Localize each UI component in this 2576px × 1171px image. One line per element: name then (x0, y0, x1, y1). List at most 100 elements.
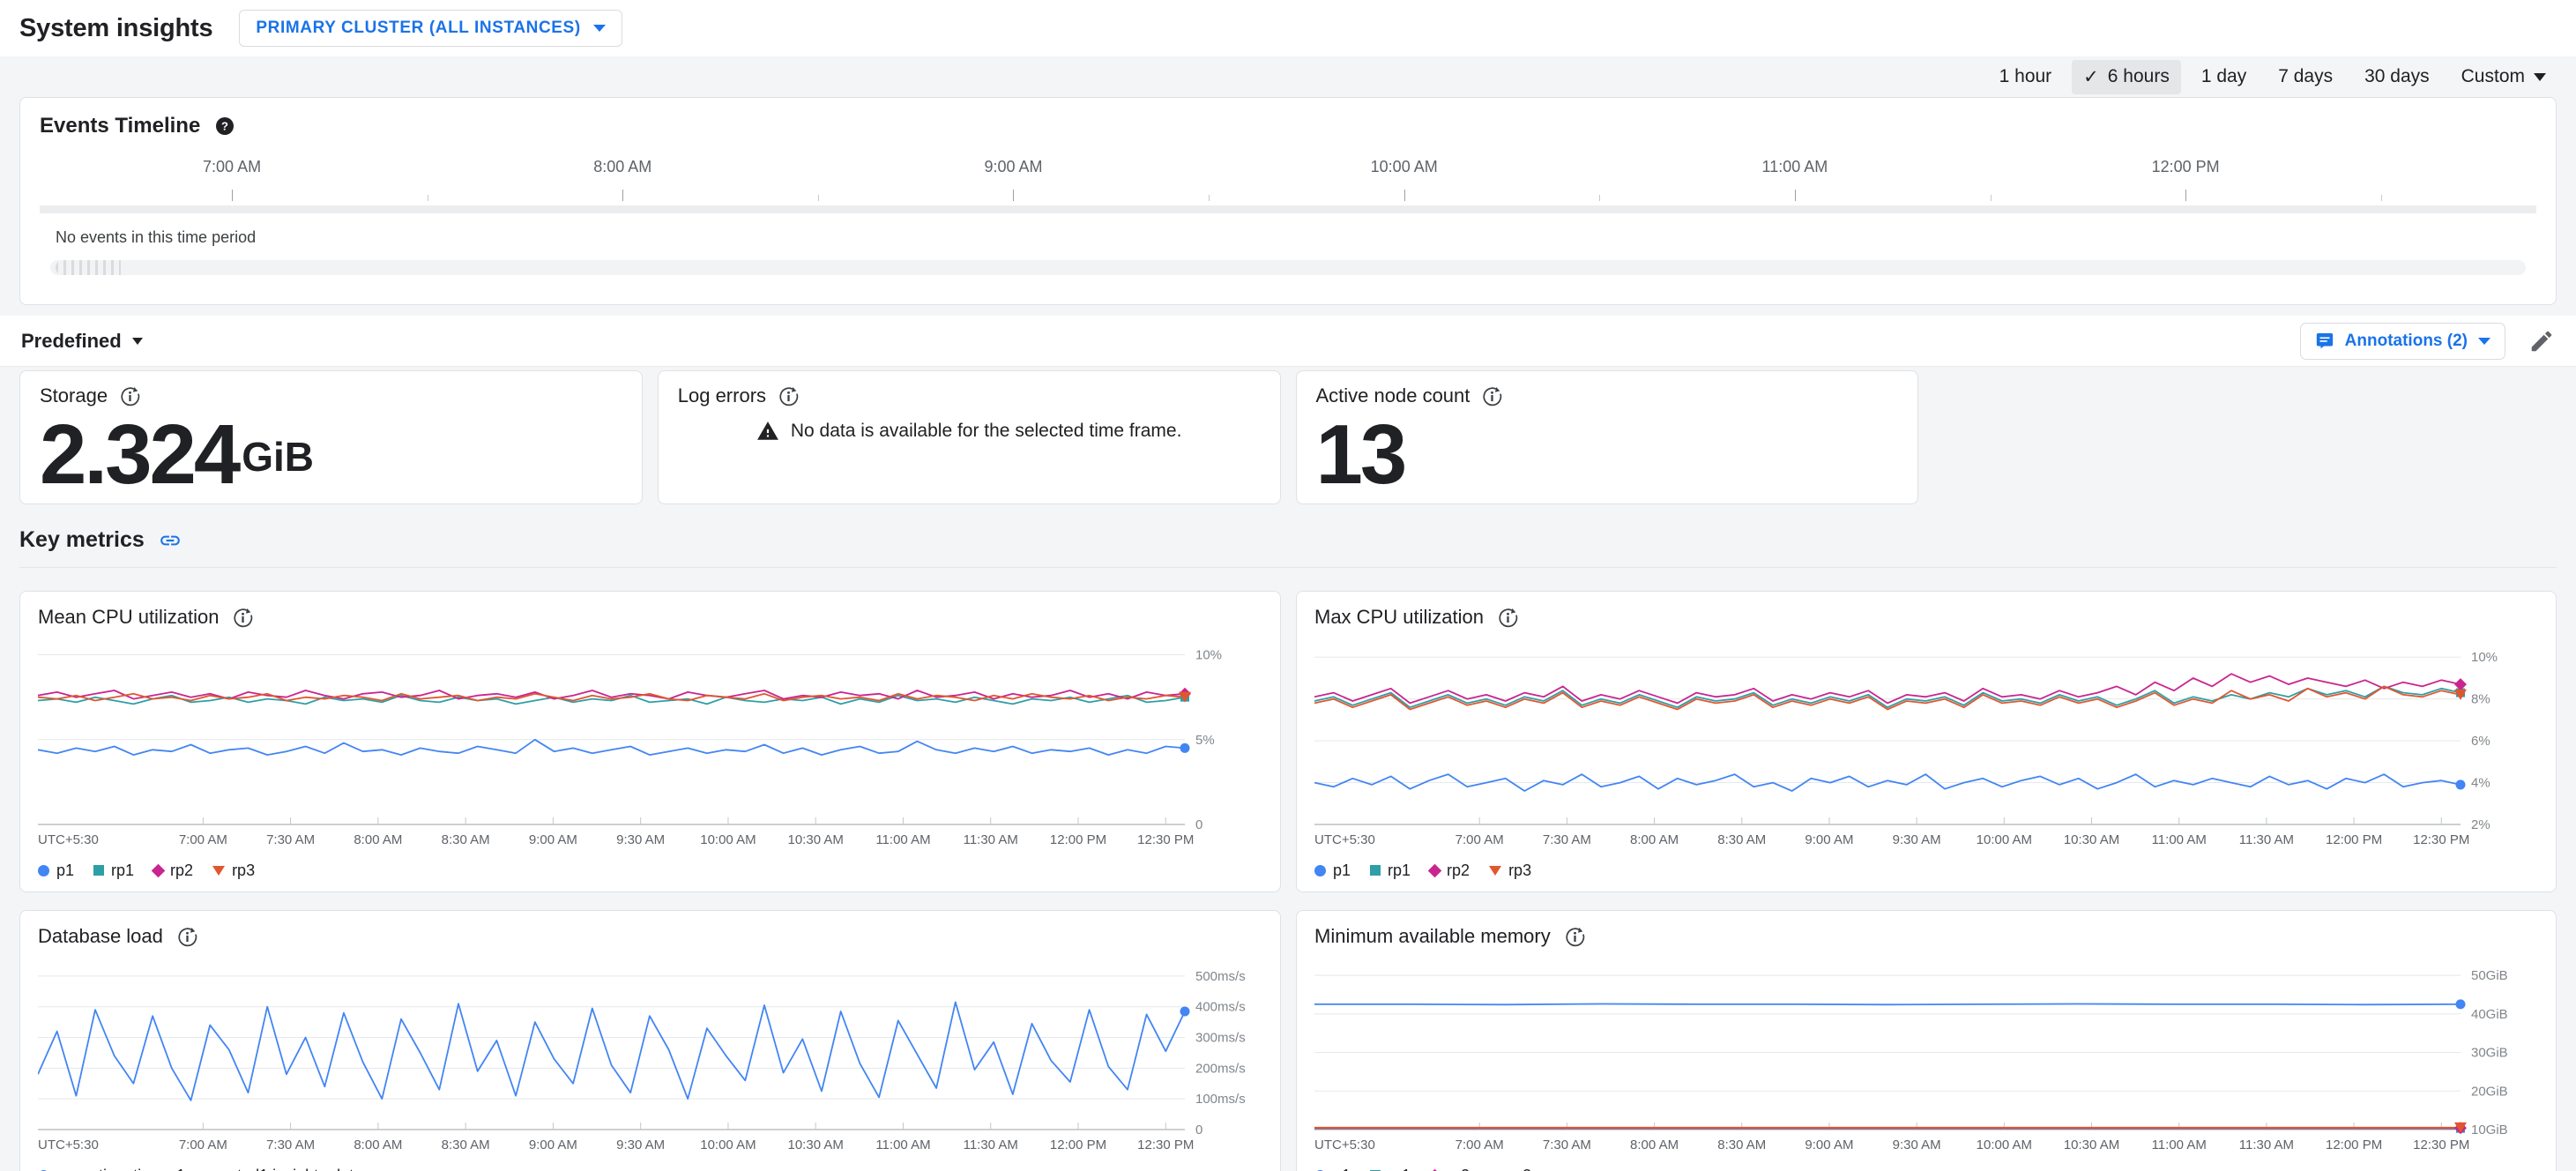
timeline-hour-label: 8:00 AM (593, 158, 652, 175)
svg-text:2%: 2% (2471, 817, 2490, 832)
timeline-major-tick (1013, 190, 1015, 201)
metric-info-icon[interactable] (233, 608, 253, 628)
time-option-custom-label: Custom (2461, 66, 2525, 86)
svg-text:50GiB: 50GiB (2471, 968, 2508, 983)
svg-text:10:00 AM: 10:00 AM (1977, 832, 2032, 847)
chart-legend: p1 rp1 rp2 rp3 (1314, 858, 2538, 883)
database-load-chart-plot[interactable]: 500ms/s 400ms/s 300ms/s 200ms/s 100ms/s 0 7:00… (37, 955, 1262, 1158)
chart-legend: p1 rp1 rp2 rp3 (38, 858, 1262, 883)
divider (19, 567, 2557, 568)
edit-icon[interactable] (2528, 328, 2555, 354)
timeline-major-tick (1794, 190, 1796, 201)
svg-text:0: 0 (1195, 1123, 1202, 1137)
chart-legend: p1 rp1 rp2 rp3 (1314, 1163, 2538, 1171)
stat-card-storage: Storage 2.324GiB (19, 370, 643, 504)
time-option-7-days[interactable]: 7 days (2267, 60, 2344, 93)
svg-text:8:30 AM: 8:30 AM (1717, 1137, 1766, 1152)
svg-text:7:30 AM: 7:30 AM (1543, 1137, 1591, 1152)
time-option-6-hours[interactable]: ✓ 6 hours (2072, 59, 2181, 94)
legend-item: rp2 (1427, 861, 1470, 880)
svg-text:7:00 AM: 7:00 AM (1456, 1137, 1504, 1152)
legend-marker-triangle-down (212, 865, 226, 876)
mean-cpu-chart-plot[interactable]: 10% 5% 0 7:00 AM 7:30 AM 8:00 AM 8:30 AM 9:00 A… (37, 636, 1262, 853)
empty-cell (1933, 370, 2557, 504)
svg-text:8:00 AM: 8:00 AM (354, 832, 402, 847)
legend-item: rp1 (1370, 1167, 1411, 1171)
svg-text:11:00 AM: 11:00 AM (875, 1137, 930, 1152)
svg-text:500ms/s: 500ms/s (1195, 969, 1246, 984)
svg-text:7:30 AM: 7:30 AM (266, 832, 315, 847)
metric-info-icon[interactable] (177, 927, 197, 947)
annotations-button-label: Annotations (2) (2344, 331, 2468, 350)
timeline-hour-label: 11:00 AM (1761, 158, 1828, 175)
legend-item: p1 (38, 861, 74, 880)
chart-title: Minimum available memory (1314, 925, 1551, 947)
cluster-selector-label: PRIMARY CLUSTER (ALL INSTANCES) (256, 19, 581, 37)
svg-text:0: 0 (1195, 817, 1202, 832)
events-empty-message: No events in this time period (56, 228, 257, 246)
svg-text:10:30 AM: 10:30 AM (2064, 832, 2119, 847)
svg-text:10:00 AM: 10:00 AM (1977, 1137, 2032, 1152)
metric-info-icon[interactable] (1482, 386, 1502, 406)
svg-text:12:00 PM: 12:00 PM (2326, 832, 2382, 847)
legend-item: execution_time p1 us-central1 insights-d… (38, 1167, 362, 1171)
annotations-button[interactable]: Annotations (2) (2299, 322, 2505, 360)
link-icon[interactable] (159, 529, 182, 552)
legend-marker-diamond (1427, 863, 1442, 877)
svg-text:9:00 AM: 9:00 AM (1805, 832, 1853, 847)
timeline-major-tick (232, 190, 234, 201)
metric-info-icon[interactable] (1565, 927, 1585, 947)
timeline-hour-label: 10:00 AM (1370, 158, 1438, 175)
svg-text:9:30 AM: 9:30 AM (616, 832, 665, 847)
svg-text:12:30 PM: 12:30 PM (1137, 1137, 1194, 1152)
svg-text:UTC+5:30: UTC+5:30 (1314, 1137, 1375, 1152)
svg-text:10GiB: 10GiB (2471, 1123, 2508, 1137)
page-title: System insights (19, 13, 213, 42)
metric-info-icon[interactable] (778, 386, 799, 406)
help-icon[interactable]: ? (214, 116, 235, 137)
metric-info-icon[interactable] (1498, 608, 1518, 628)
max-cpu-chart-plot[interactable]: 10% 8% 6% 4% 2% 7:00 AM 7:30 AM 8:00 AM 8:30 AM 9… (1314, 636, 2538, 853)
events-timeline: No events in this time period 7:00 AM 8:0… (40, 151, 2536, 302)
svg-text:9:00 AM: 9:00 AM (529, 1137, 577, 1152)
legend-item: rp1 (1370, 861, 1411, 880)
preset-dropdown-label: Predefined (21, 329, 122, 352)
chart-card-mean-cpu: Mean CPU utilization 10% 5% 0 7:00 AM 7:30 A… (19, 591, 1281, 892)
legend-label: p1 (1333, 861, 1351, 879)
brush-hatch-handle[interactable] (56, 260, 121, 275)
svg-text:8:00 AM: 8:00 AM (1630, 832, 1679, 847)
timeline-minor-tick (1990, 195, 1992, 201)
min-memory-chart-plot[interactable]: 50GiB 40GiB 30GiB 20GiB 10GiB 7:00 AM 7:30 AM 8… (1314, 955, 2538, 1158)
annotations-icon (2316, 332, 2333, 348)
svg-text:10:30 AM: 10:30 AM (2064, 1137, 2119, 1152)
legend-marker-square (93, 865, 105, 876)
stat-card-log-errors: Log errors No data is available for the … (657, 370, 1281, 504)
time-option-1-day[interactable]: 1 day (2190, 60, 2258, 93)
legend-label: rp2 (170, 861, 194, 879)
svg-text:20GiB: 20GiB (2471, 1084, 2508, 1099)
time-option-6-hours-label: 6 hours (2107, 66, 2170, 86)
preset-dropdown[interactable]: Predefined (21, 330, 143, 353)
svg-text:UTC+5:30: UTC+5:30 (38, 832, 99, 847)
chart-card-database-load: Database load 500ms/s 400ms/s 300ms/s 200ms… (19, 910, 1281, 1171)
svg-text:9:30 AM: 9:30 AM (1893, 1137, 1941, 1152)
legend-marker-square (1370, 865, 1381, 876)
svg-text:11:00 AM: 11:00 AM (2152, 1137, 2207, 1152)
chart-canvas: 10% 8% 6% 4% 2% 7:00 AM 7:30 AM 8:00 AM 8:30 AM 9… (1314, 650, 2498, 847)
timeline-hour-label: 9:00 AM (984, 158, 1043, 175)
metric-info-icon[interactable] (120, 386, 140, 406)
svg-text:8:30 AM: 8:30 AM (442, 1137, 490, 1152)
time-option-30-days[interactable]: 30 days (2353, 60, 2441, 93)
legend-item: rp2 (151, 861, 194, 880)
cluster-selector-button[interactable]: PRIMARY CLUSTER (ALL INSTANCES) (239, 10, 622, 47)
svg-text:8:30 AM: 8:30 AM (442, 832, 490, 847)
time-option-custom[interactable]: Custom (2450, 60, 2551, 93)
svg-text:9:30 AM: 9:30 AM (616, 1137, 665, 1152)
stat-title: Active node count (1315, 384, 1470, 406)
svg-text:12:30 PM: 12:30 PM (2413, 1137, 2469, 1152)
events-timeline-brush[interactable] (50, 260, 2526, 275)
time-option-1-hour[interactable]: 1 hour (1988, 60, 2064, 93)
svg-text:300ms/s: 300ms/s (1195, 1031, 1246, 1046)
legend-label: rp2 (1447, 1167, 1470, 1171)
legend-label: execution_time p1 us-central1 insights-d… (56, 1167, 362, 1171)
